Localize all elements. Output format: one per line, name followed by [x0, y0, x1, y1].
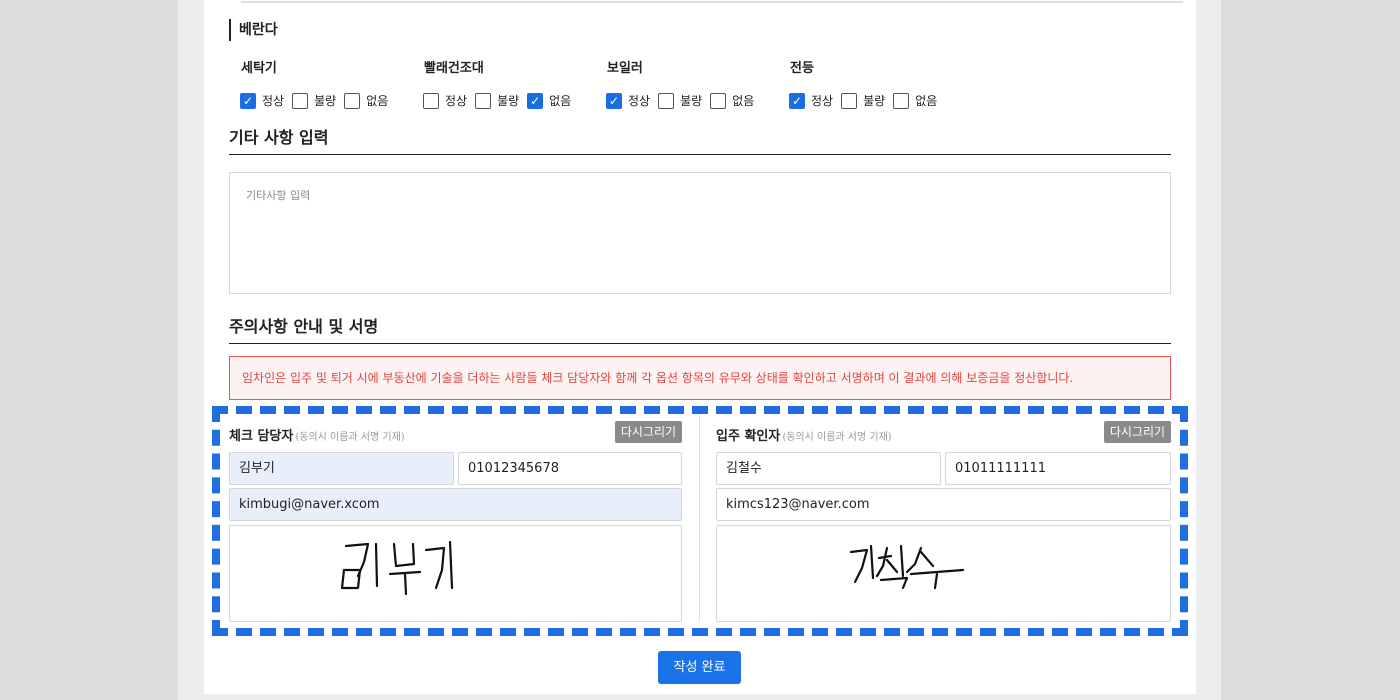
option-label: 정상 [628, 94, 651, 108]
checkbox-defective[interactable] [475, 92, 492, 109]
option-label: 없음 [915, 94, 938, 108]
option-label: 정상 [811, 94, 834, 108]
checkbox-normal[interactable] [423, 92, 439, 109]
option-label: 정상 [445, 94, 468, 108]
group-title: 보일러 [607, 61, 643, 76]
option-label: 없음 [549, 94, 572, 108]
checker-redraw-button[interactable]: 다시그리기 [615, 421, 682, 443]
checkbox-none[interactable] [344, 92, 361, 109]
group-title: 빨래건조대 [424, 61, 484, 76]
tenant-phone-field[interactable]: 01011111111 [945, 452, 1171, 485]
checkbox-normal[interactable] [606, 92, 622, 109]
tenant-email-field[interactable]: kimcs123@naver.com [716, 488, 1171, 521]
memo-textarea[interactable]: 기타사항 입력 [229, 172, 1171, 294]
checkbox-normal[interactable] [240, 92, 256, 109]
section-title-notice: 주의사항 안내 및 서명 [229, 317, 379, 336]
checker-signature-image [340, 540, 454, 596]
option-label: 없음 [732, 94, 755, 108]
tenant-title-text: 입주 확인자 [716, 429, 781, 444]
option-group-drying-rack: 빨래건조대 정상 불량 없음 [423, 60, 571, 109]
checker-name-field[interactable]: 김부기 [229, 452, 454, 485]
checkbox-none[interactable] [527, 92, 544, 109]
checkbox-normal[interactable] [789, 92, 805, 109]
checkbox-defective[interactable] [658, 92, 675, 109]
tenant-name-field[interactable]: 김철수 [716, 452, 941, 485]
checkbox-none[interactable] [893, 92, 910, 109]
section-rule [229, 343, 1171, 344]
section-title-balcony: 베란다 [229, 19, 278, 41]
option-group-light: 전등 정상 불량 없음 [789, 60, 937, 109]
checker-phone-field[interactable]: 01012345678 [458, 452, 682, 485]
top-divider [241, 1, 1183, 3]
section-title-memo: 기타 사항 입력 [229, 128, 329, 147]
tenant-redraw-button[interactable]: 다시그리기 [1104, 421, 1171, 443]
checkbox-none[interactable] [710, 92, 727, 109]
tenant-signature-pad[interactable] [716, 525, 1171, 622]
option-label: 불량 [863, 94, 886, 108]
checker-email-field[interactable]: kimbugi@naver.xcom [229, 488, 682, 521]
option-label: 정상 [262, 94, 285, 108]
option-label: 불량 [680, 94, 703, 108]
option-label: 불량 [314, 94, 337, 108]
checker-signature-pad[interactable] [229, 525, 682, 622]
checkbox-defective[interactable] [841, 92, 858, 109]
submit-button[interactable]: 작성 완료 [658, 651, 741, 684]
option-label: 불량 [497, 94, 520, 108]
checker-subtitle: (동의시 이름과 서명 기재) [295, 432, 405, 443]
tenant-title: 입주 확인자 (동의시 이름과 서명 기재) [716, 425, 892, 444]
checker-title: 체크 담당자 (동의시 이름과 서명 기재) [229, 425, 405, 444]
tenant-signature-image [849, 544, 965, 590]
notice-banner: 임차인은 입주 및 퇴거 시에 부동산에 기술을 더하는 사람들 체크 담당자와… [229, 356, 1171, 400]
section-rule [229, 154, 1171, 155]
group-title: 전등 [790, 61, 814, 76]
group-title: 세탁기 [241, 61, 277, 76]
checkbox-defective[interactable] [292, 92, 309, 109]
option-group-washer: 세탁기 정상 불량 없음 [240, 60, 388, 109]
tenant-subtitle: (동의시 이름과 서명 기재) [782, 432, 892, 443]
option-label: 없음 [366, 94, 389, 108]
column-divider [699, 414, 700, 622]
option-group-boiler: 보일러 정상 불량 없음 [606, 60, 754, 109]
checker-title-text: 체크 담당자 [229, 429, 294, 444]
